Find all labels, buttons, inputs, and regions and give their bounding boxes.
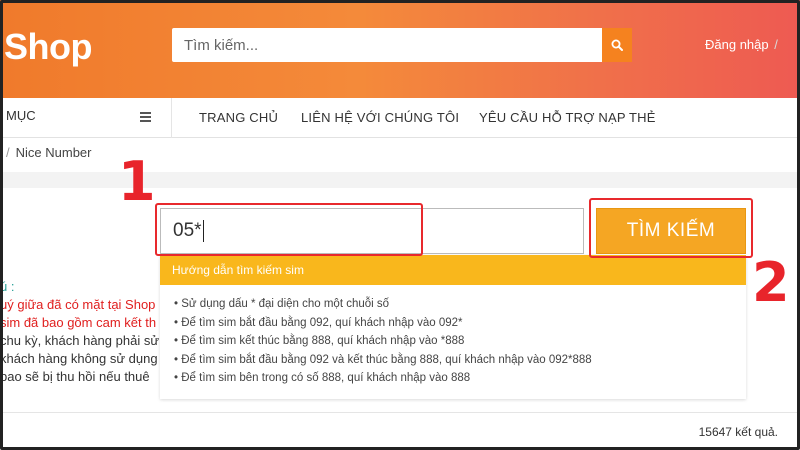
note-line-2: uý giữa đã có mặt tại Shop: [0, 297, 156, 312]
header-search-button[interactable]: [602, 28, 632, 62]
guide-item: • Để tìm sim bắt đầu bằng 092 và kết thú…: [174, 353, 592, 366]
search-guide-dropdown: Hướng dẫn tìm kiếm sim • Sử dụng dấu * đ…: [160, 255, 746, 399]
guide-item: • Để tìm sim kết thúc bằng 888, quí khác…: [174, 335, 465, 347]
hamburger-icon[interactable]: [140, 112, 151, 122]
breadcrumb: / Nice Number: [6, 145, 91, 160]
search-guide-title: Hướng dẫn tìm kiếm sim: [160, 255, 746, 285]
note-line-1: ú :: [0, 279, 15, 294]
guide-item: • Sử dụng dấu * đại diện cho một chuỗi s…: [174, 298, 390, 310]
note-line-4: chu kỳ, khách hàng phải sử: [0, 333, 160, 348]
highlight-box-input: [155, 203, 423, 256]
category-label: MỤC: [6, 108, 36, 123]
nav-link-home[interactable]: TRANG CHỦ: [199, 110, 278, 125]
nav-link-topup-support[interactable]: YÊU CẦU HỖ TRỢ NẠP THẺ: [479, 110, 656, 125]
step-number-1: 1: [118, 150, 156, 213]
site-header: Shop Đăng nhập /: [0, 0, 800, 98]
guide-item: • Để tìm sim bên trong có số 888, quí kh…: [174, 372, 471, 384]
note-line-3: sim đã bao gồm cam kết th: [0, 315, 157, 330]
breadcrumb-current[interactable]: Nice Number: [16, 145, 92, 160]
step-number-2: 2: [752, 251, 790, 314]
note-line-5: khách hàng không sử dụng: [0, 351, 158, 366]
category-menu[interactable]: MỤC: [0, 98, 172, 138]
site-logo[interactable]: Shop: [4, 26, 92, 68]
header-search-input[interactable]: [172, 28, 602, 62]
note-line-6: bao sẽ bị thu hồi nếu thuê: [0, 369, 150, 384]
login-link[interactable]: Đăng nhập: [705, 37, 769, 52]
login-area: Đăng nhập /: [705, 37, 778, 52]
breadcrumb-separator: /: [6, 145, 10, 160]
nav-link-contact[interactable]: LIÊN HỆ VỚI CHÚNG TÔI: [301, 110, 459, 125]
login-separator: /: [774, 37, 778, 52]
main-nav: MỤC TRANG CHỦ LIÊN HỆ VỚI CHÚNG TÔI YÊU …: [0, 98, 800, 138]
search-guide-list: • Sử dụng dấu * đại diện cho một chuỗi s…: [160, 285, 746, 388]
result-bar: 15647 kết quả.: [0, 412, 800, 450]
highlight-box-button: [589, 198, 753, 258]
search-icon: [611, 39, 623, 51]
guide-item: • Để tìm sim bắt đầu bằng 092, quí khách…: [174, 316, 463, 329]
result-count: 15647 kết quả.: [698, 425, 778, 439]
header-search: [172, 28, 632, 62]
